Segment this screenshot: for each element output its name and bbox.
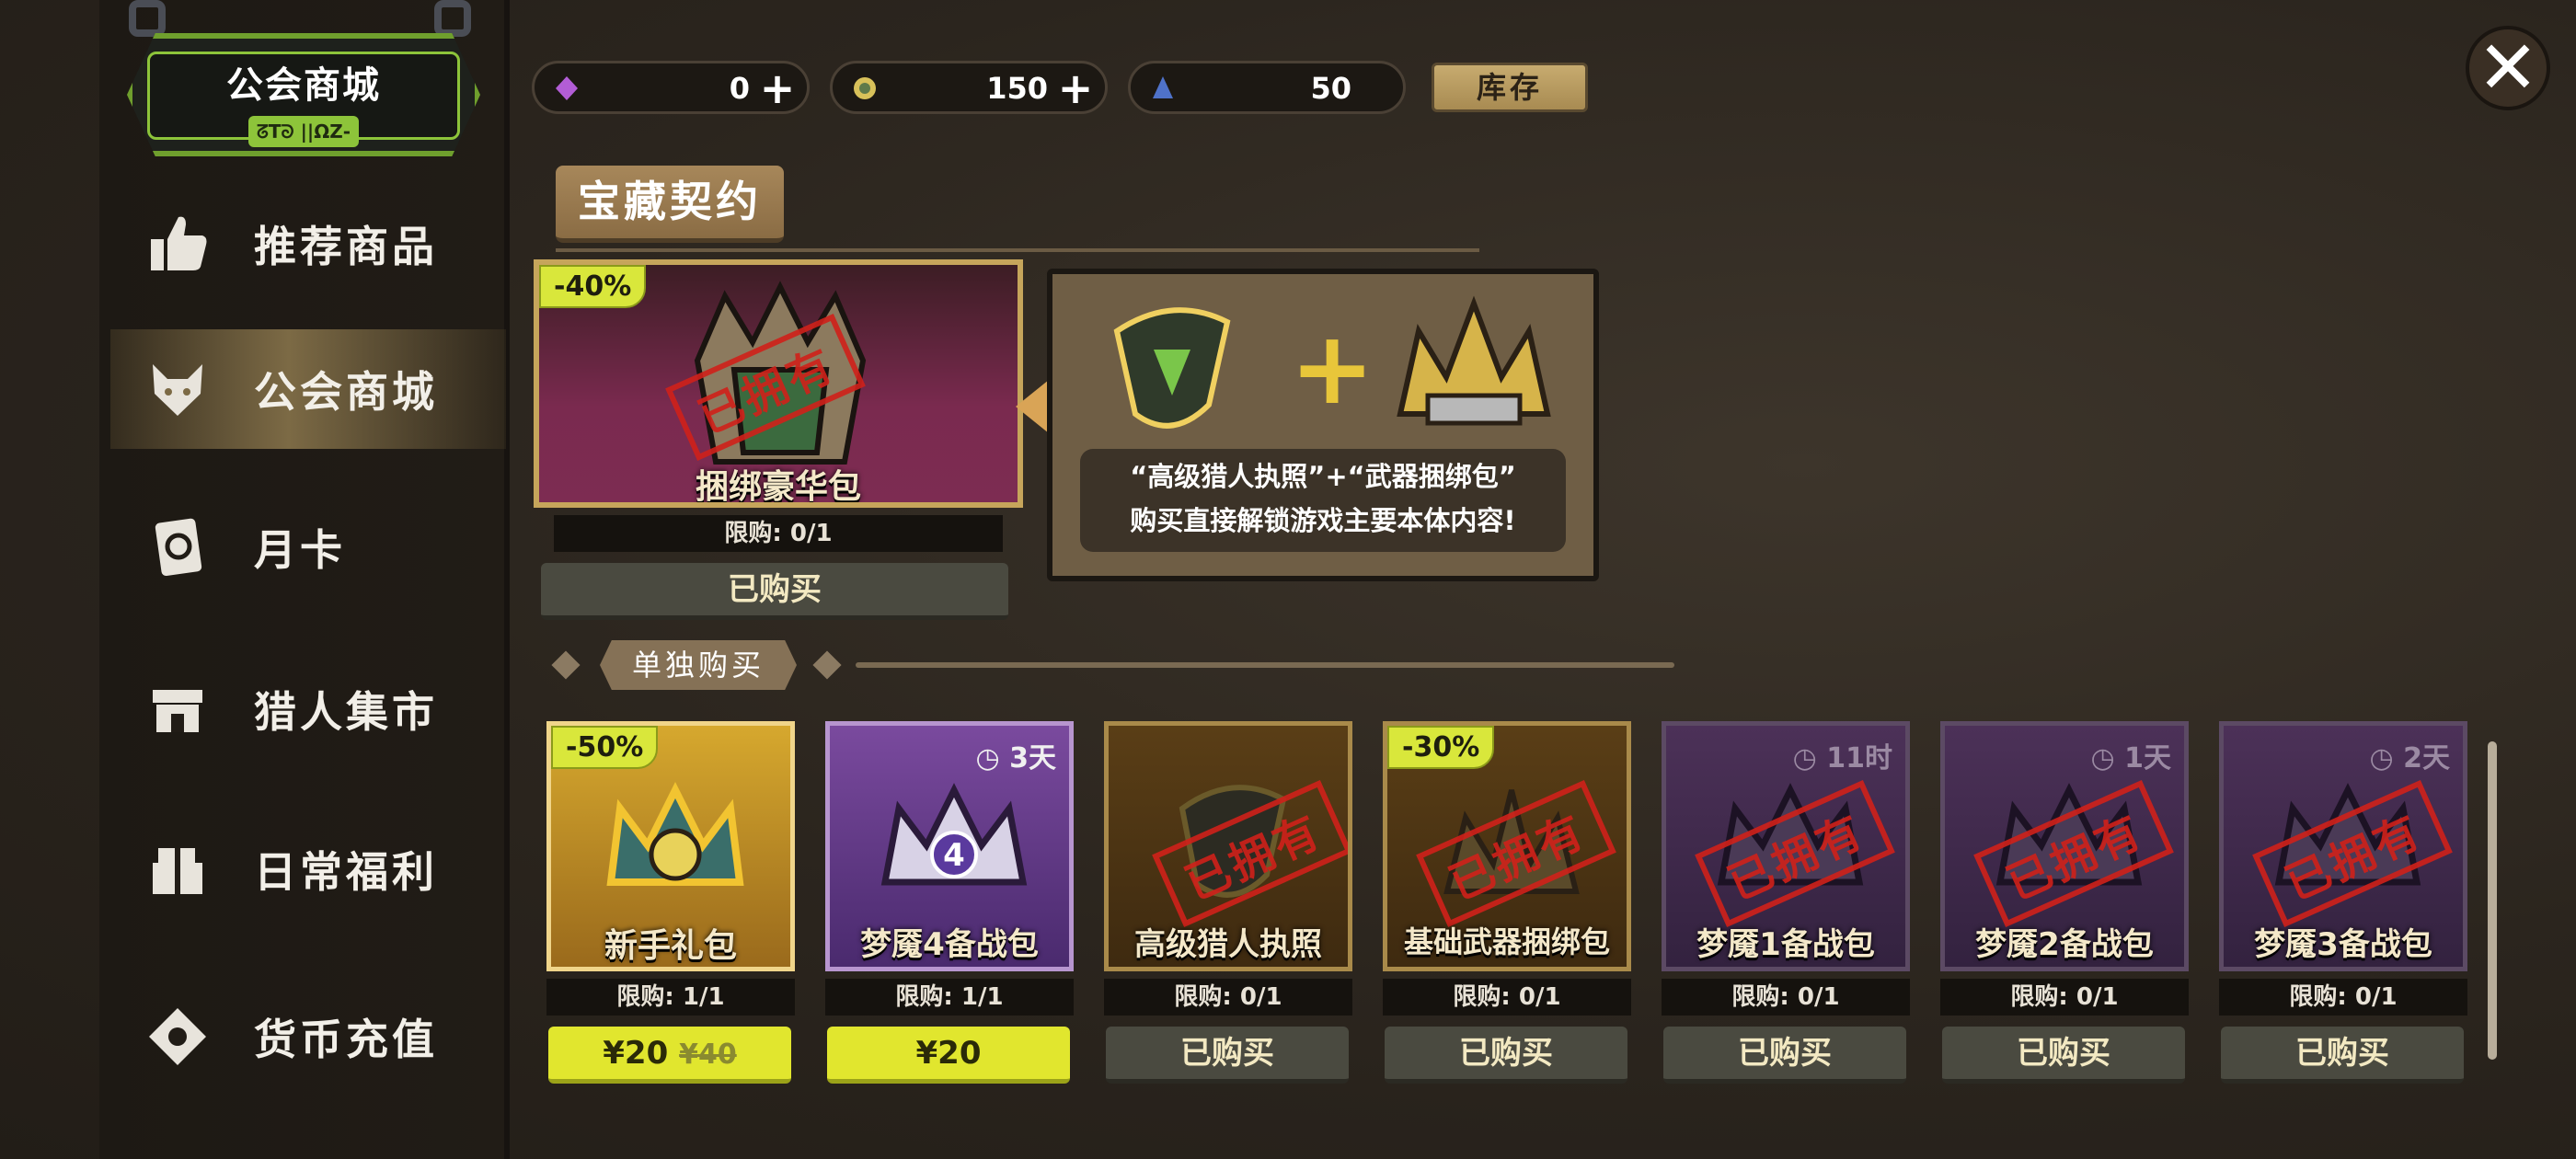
- sidebar-item-recommended[interactable]: 推荐商品: [110, 184, 506, 304]
- item-list-scrollbar[interactable]: [2488, 741, 2497, 1060]
- timer-value: 2天: [2403, 742, 2450, 775]
- badge-subtitle: ᘔΤᘐ ||ΩΖ-: [248, 116, 359, 147]
- sidebar-item-label: 月卡: [254, 525, 346, 575]
- currency-value: 50: [1310, 71, 1351, 106]
- fox-icon: [144, 355, 212, 423]
- sidebar-item-label: 日常福利: [254, 847, 438, 897]
- item-limit: 限购: 0/1: [1662, 979, 1910, 1016]
- sidebar-item-label: 猎人集市: [254, 687, 438, 737]
- info-line-2: 购买直接解锁游戏主要本体内容!: [1130, 505, 1516, 536]
- item-timer: ◷ 2天: [2369, 742, 2451, 775]
- sidebar-item-currency-recharge[interactable]: 货币充值: [110, 977, 506, 1096]
- info-line-1: “高级猎人执照”+“武器捆绑包”: [1130, 461, 1516, 492]
- item-card-nightmare-4-pack[interactable]: ◷ 3天 4 梦魇4备战包: [825, 721, 1074, 971]
- item-name: 高级猎人执照: [1134, 926, 1322, 963]
- item-limit: 限购: 0/1: [1940, 979, 2189, 1016]
- item-timer: ◷ 3天: [975, 742, 1057, 775]
- item-limit: 限购: 1/1: [825, 979, 1074, 1016]
- item-limit: 限购: 0/1: [2219, 979, 2467, 1016]
- gold-crown-icon: [606, 782, 744, 886]
- discount-badge: -50%: [551, 726, 659, 769]
- item-card-starter-pack[interactable]: -50% 新手礼包: [546, 721, 795, 971]
- currency-value: 150: [986, 71, 1048, 106]
- item-timer: ◷ 1天: [2090, 742, 2172, 775]
- timer-value: 1天: [2124, 742, 2171, 775]
- discount-badge: -30%: [1387, 726, 1495, 769]
- badge-title: 公会商城: [226, 64, 381, 107]
- guild-badge: 公会商城 ᘔΤᘐ ||ΩΖ-: [110, 0, 497, 166]
- weapon-bundle-icon: [1397, 295, 1551, 426]
- blue-token-icon: [1153, 76, 1173, 98]
- sub-section-title: 单独购买: [600, 640, 797, 690]
- sidebar-item-hunter-market[interactable]: 猎人集市: [110, 649, 506, 769]
- item-price: ¥20: [603, 1035, 669, 1072]
- plus-sign: +: [1290, 309, 1375, 427]
- section-title: 宝藏契约: [556, 166, 784, 243]
- gift-icon: [144, 835, 212, 903]
- sidebar-item-label: 公会商城: [254, 367, 438, 417]
- svg-text:4: 4: [943, 837, 965, 874]
- item-original-price: ¥40: [679, 1039, 737, 1071]
- stall-icon: [144, 675, 212, 743]
- currency-coin: 150 +: [830, 61, 1108, 114]
- item-card-nightmare-3-pack[interactable]: ◷ 2天 已拥有 梦魇3备战包: [2219, 721, 2467, 971]
- bundle-name: 捆绑豪华包: [695, 468, 861, 506]
- sidebar-item-label: 货币充值: [254, 1015, 438, 1064]
- item-card-nightmare-1-pack[interactable]: ◷ 11时 已拥有 梦魇1备战包: [1662, 721, 1910, 971]
- item-limit: 限购: 0/1: [1383, 979, 1631, 1016]
- nightmare-crown-4-icon: 4: [880, 783, 1028, 886]
- currency-gem: 0 +: [532, 61, 810, 114]
- chain-left-icon: [129, 0, 166, 37]
- section-divider: [556, 248, 1479, 252]
- chain-right-icon: [434, 0, 471, 37]
- bundle-info-text: “高级猎人执照”+“武器捆绑包” 购买直接解锁游戏主要本体内容!: [1080, 449, 1566, 552]
- item-card-hunter-license[interactable]: 已拥有 高级猎人执照: [1104, 721, 1352, 971]
- add-coin-button[interactable]: +: [1057, 67, 1094, 109]
- timer-value: 11时: [1826, 742, 1892, 775]
- inventory-button[interactable]: 库存: [1432, 63, 1588, 112]
- discount-badge: -40%: [539, 265, 647, 308]
- item-limit: 限购: 0/1: [1104, 979, 1352, 1016]
- currency-token: 50: [1128, 61, 1406, 114]
- sub-section-divider: [856, 662, 1674, 668]
- item-name: 梦魇2备战包: [1975, 926, 2154, 963]
- thumbs-up-icon: [144, 210, 212, 278]
- bundle-info-panel: + “高级猎人执照”+“武器捆绑包” 购买直接解锁游戏主要本体内容!: [1047, 269, 1599, 581]
- item-name: 梦魇1备战包: [1696, 926, 1875, 963]
- item-name: 新手礼包: [604, 927, 737, 965]
- item-buy-button[interactable]: ¥20: [827, 1027, 1070, 1084]
- item-card-nightmare-2-pack[interactable]: ◷ 1天 已拥有 梦魇2备战包: [1940, 721, 2189, 971]
- item-purchased-button[interactable]: 已购买: [1942, 1027, 2185, 1084]
- item-purchased-button[interactable]: 已购买: [1106, 1027, 1349, 1084]
- currency-icon: [144, 1003, 212, 1071]
- currency-value: 0: [729, 71, 750, 106]
- item-limit: 限购: 1/1: [546, 979, 795, 1016]
- item-name: 基础武器捆绑包: [1403, 924, 1610, 959]
- hunter-license-icon: [1113, 307, 1231, 429]
- guild-coin-icon: [854, 77, 876, 99]
- sidebar-item-label: 推荐商品: [254, 222, 438, 271]
- bundle-limit: 限购: 0/1: [554, 515, 1003, 552]
- item-buy-button[interactable]: ¥20 ¥40: [548, 1027, 791, 1084]
- item-name: 梦魇3备战包: [2254, 926, 2432, 963]
- sidebar-item-guild-shop[interactable]: 公会商城: [110, 329, 506, 449]
- purple-gem-icon: [556, 76, 578, 100]
- item-name: 梦魇4备战包: [860, 926, 1039, 963]
- card-icon: [144, 513, 212, 581]
- sidebar-item-daily-benefit[interactable]: 日常福利: [110, 809, 506, 929]
- item-purchased-button[interactable]: 已购买: [1663, 1027, 1906, 1084]
- add-gem-button[interactable]: +: [759, 67, 796, 109]
- item-purchased-button[interactable]: 已购买: [2221, 1027, 2464, 1084]
- item-purchased-button[interactable]: 已购买: [1385, 1027, 1627, 1084]
- sidebar-item-monthly-card[interactable]: 月卡: [110, 488, 506, 607]
- item-timer: ◷ 11时: [1792, 742, 1892, 775]
- bundle-card[interactable]: -40% 已拥有 捆绑豪华包: [534, 259, 1023, 508]
- bundle-purchased-button[interactable]: 已购买: [541, 563, 1008, 620]
- item-card-weapon-bundle[interactable]: -30% 已拥有 基础武器捆绑包: [1383, 721, 1631, 971]
- close-button[interactable]: ✕: [2466, 26, 2550, 110]
- timer-value: 3天: [1009, 742, 1056, 775]
